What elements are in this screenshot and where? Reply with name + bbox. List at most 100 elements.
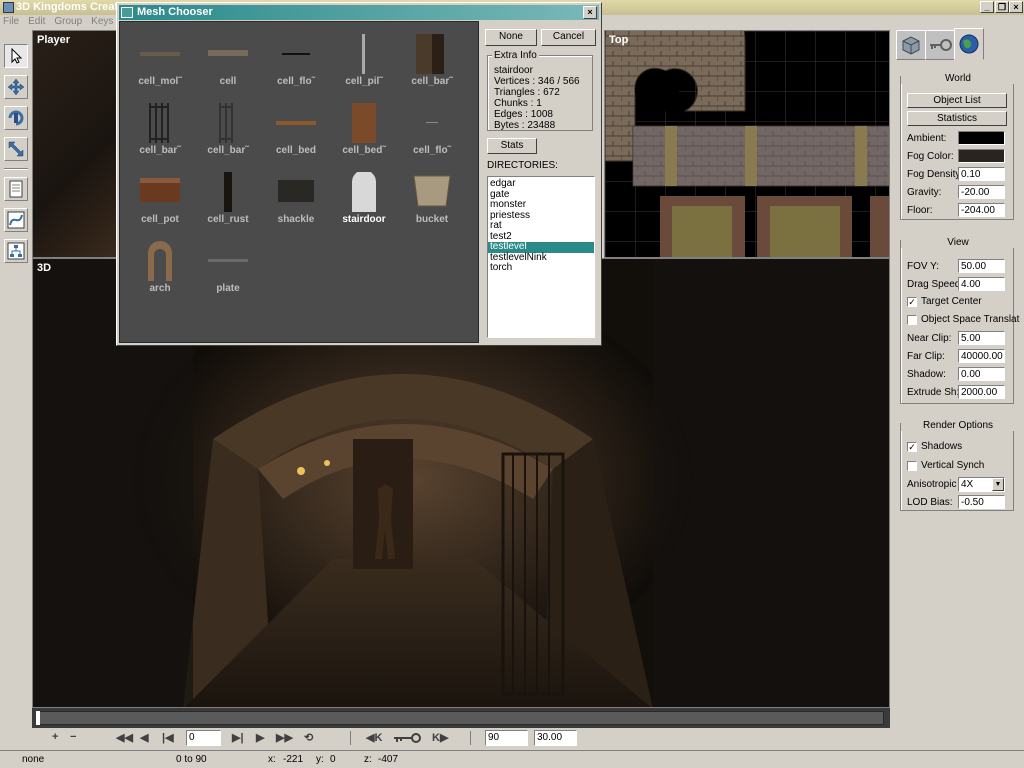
mesh-thumbnail bbox=[208, 34, 248, 74]
object-space-checkbox[interactable] bbox=[907, 315, 917, 325]
mesh-item[interactable]: cell_pil˜ bbox=[330, 28, 398, 96]
vsync-checkbox[interactable] bbox=[907, 461, 917, 471]
stats-button[interactable]: Stats bbox=[487, 138, 537, 154]
rewind-icon[interactable]: ◀◀ bbox=[116, 731, 133, 744]
fog-color-swatch[interactable] bbox=[958, 149, 1005, 163]
app-title: 3D Kingdoms Creator bbox=[16, 1, 130, 13]
step-back-icon[interactable]: ◀ bbox=[140, 731, 148, 744]
mesh-item[interactable]: cell_bar˜ bbox=[194, 97, 262, 165]
shadows-label: Shadows bbox=[921, 441, 963, 452]
restore-button[interactable]: ❐ bbox=[995, 1, 1009, 13]
prev-key-icon[interactable]: ◀K bbox=[366, 731, 382, 744]
mesh-item[interactable]: cell_bed˜ bbox=[330, 97, 398, 165]
mesh-chooser-dialog: Mesh Chooser × cell_mol˜ cell cell_flo˜ cel… bbox=[116, 2, 602, 346]
mesh-item[interactable]: cell_mol˜ bbox=[126, 28, 194, 96]
curve-tool-button[interactable] bbox=[4, 208, 28, 232]
extrude-input[interactable]: 2000.00 bbox=[958, 385, 1005, 399]
fps-input[interactable]: 30.00 bbox=[534, 730, 577, 746]
directory-item[interactable]: testlevel bbox=[488, 241, 594, 253]
close-button[interactable]: × bbox=[1009, 1, 1023, 13]
timeline-track[interactable] bbox=[32, 708, 890, 728]
mesh-item[interactable]: cell_bed bbox=[262, 97, 330, 165]
directory-item[interactable]: edgar bbox=[488, 178, 594, 190]
rotate-icon bbox=[8, 110, 24, 126]
menu-keys[interactable]: Keys bbox=[91, 16, 113, 27]
mesh-thumbnail bbox=[140, 34, 180, 74]
timeline-scrubber[interactable] bbox=[36, 711, 40, 725]
minimize-button[interactable]: _ bbox=[980, 1, 994, 13]
mesh-item[interactable]: cell_bar˜ bbox=[126, 97, 194, 165]
mesh-label: plate bbox=[216, 283, 240, 294]
remove-key-icon[interactable]: − bbox=[70, 731, 76, 743]
mesh-label: cell bbox=[219, 76, 237, 87]
menu-file[interactable]: File bbox=[3, 16, 19, 27]
mesh-thumbnail bbox=[344, 170, 384, 212]
hierarchy-tool-button[interactable] bbox=[4, 239, 28, 263]
player-viewport[interactable]: Player bbox=[32, 30, 118, 258]
select-tool-button[interactable] bbox=[4, 44, 28, 68]
menu-edit[interactable]: Edit bbox=[28, 16, 45, 27]
move-tool-button[interactable] bbox=[4, 75, 28, 99]
ambient-color-swatch[interactable] bbox=[958, 131, 1005, 145]
menu-group[interactable]: Group bbox=[54, 16, 82, 27]
mesh-item[interactable]: shackle bbox=[262, 166, 330, 234]
mesh-item[interactable]: cell_flo˜ bbox=[262, 28, 330, 96]
scale-tool-button[interactable] bbox=[4, 137, 28, 161]
rotate-tool-button[interactable] bbox=[4, 106, 28, 130]
mesh-label: bucket bbox=[415, 214, 449, 225]
properties-tool-button[interactable] bbox=[4, 177, 28, 201]
anisotropic-select[interactable]: 4X ▼ bbox=[958, 477, 1005, 492]
player-viewport-label: Player bbox=[37, 34, 71, 46]
render-options-title: Render Options bbox=[901, 420, 1015, 431]
top-viewport[interactable]: Top bbox=[604, 30, 890, 258]
gravity-input[interactable]: -20.00 bbox=[958, 185, 1005, 199]
mesh-item[interactable]: stairdoor bbox=[330, 166, 398, 234]
fovy-input[interactable]: 50.00 bbox=[958, 259, 1005, 273]
shadow-input[interactable]: 0.00 bbox=[958, 367, 1005, 381]
play-icon[interactable]: ▶ bbox=[256, 731, 264, 744]
directory-item[interactable]: monster bbox=[488, 199, 594, 211]
far-clip-input[interactable]: 40000.00 bbox=[958, 349, 1005, 363]
mesh-item[interactable]: cell bbox=[194, 28, 262, 96]
cancel-button[interactable]: Cancel bbox=[541, 29, 596, 46]
lod-bias-input[interactable]: -0.50 bbox=[958, 495, 1005, 509]
key-icon[interactable] bbox=[392, 731, 422, 748]
drag-speed-input[interactable]: 4.00 bbox=[958, 277, 1005, 291]
tab-world[interactable] bbox=[954, 28, 984, 60]
near-clip-input[interactable]: 5.00 bbox=[958, 331, 1005, 345]
floor-input[interactable]: -204.00 bbox=[958, 203, 1005, 217]
mesh-label: stairdoor bbox=[342, 214, 386, 225]
mesh-item[interactable]: arch bbox=[126, 235, 194, 303]
mesh-item[interactable]: plate bbox=[194, 235, 262, 303]
fog-density-input[interactable]: 0.10 bbox=[958, 167, 1005, 181]
statistics-button[interactable]: Statistics bbox=[907, 111, 1007, 126]
document-icon bbox=[9, 180, 23, 198]
fast-forward-icon[interactable]: ▶▶ bbox=[276, 731, 293, 744]
range-end-input[interactable]: 90 bbox=[485, 730, 528, 746]
mesh-item[interactable]: cell_pot bbox=[126, 166, 194, 234]
chevron-down-icon[interactable]: ▼ bbox=[992, 478, 1004, 491]
next-frame-icon[interactable]: ▶| bbox=[232, 731, 244, 744]
timeline-bar[interactable] bbox=[36, 711, 884, 725]
dialog-close-button[interactable]: × bbox=[583, 6, 597, 19]
tab-keys[interactable] bbox=[925, 30, 955, 60]
tab-object[interactable] bbox=[896, 30, 926, 60]
mesh-item[interactable]: cell_flo˜ bbox=[398, 97, 466, 165]
loop-icon[interactable]: ⟲ bbox=[304, 731, 313, 744]
mesh-item[interactable]: cell_rust bbox=[194, 166, 262, 234]
none-button[interactable]: None bbox=[485, 29, 537, 46]
add-key-icon[interactable]: + bbox=[52, 731, 58, 743]
directory-item[interactable]: torch bbox=[488, 262, 594, 274]
mesh-label: cell_pil˜ bbox=[345, 76, 383, 87]
object-list-button[interactable]: Object List bbox=[907, 93, 1007, 108]
directories-list[interactable]: edgar gate monster priestess rat test2 testlev… bbox=[487, 176, 595, 338]
mesh-item[interactable]: cell_bar˜ bbox=[398, 28, 466, 96]
directory-item[interactable]: rat bbox=[488, 220, 594, 232]
frame-input[interactable]: 0 bbox=[186, 730, 221, 746]
next-key-icon[interactable]: K▶ bbox=[432, 731, 448, 744]
prev-frame-icon[interactable]: |◀ bbox=[162, 731, 174, 744]
target-center-checkbox[interactable]: ✓ bbox=[907, 297, 917, 307]
shadows-checkbox[interactable]: ✓ bbox=[907, 442, 917, 452]
directory-item[interactable]: priestess bbox=[488, 210, 594, 222]
mesh-item[interactable]: bucket bbox=[398, 166, 466, 234]
